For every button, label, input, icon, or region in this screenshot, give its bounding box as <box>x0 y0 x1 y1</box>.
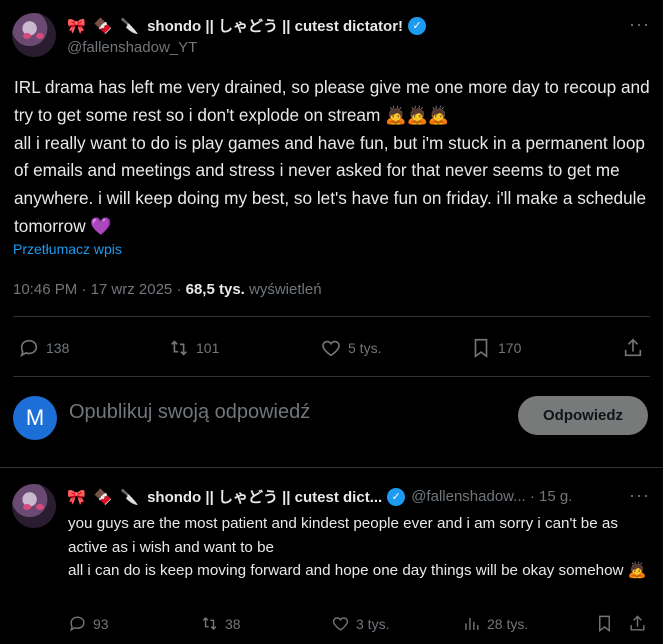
reply-author-name-row[interactable]: 🎀 🍫 🔪 shondo || しゃどう || cutest dict... ✓… <box>67 486 572 507</box>
bookmark-icon <box>599 615 610 633</box>
knife-emoji: 🔪 <box>120 16 140 35</box>
bookmark-action[interactable]: 170 <box>470 337 521 359</box>
divider <box>13 316 650 317</box>
heart-icon <box>332 617 349 631</box>
share-icon <box>630 615 645 631</box>
chocolate-emoji: 🍫 <box>93 487 113 506</box>
verified-badge-icon: ✓ <box>387 487 406 506</box>
bookmark-icon <box>474 338 488 358</box>
author-display-name[interactable]: shondo || しゃどう || cutest dictator! <box>147 15 403 36</box>
tweet-actions: 138 101 5 tys. 170 <box>0 333 663 363</box>
reply-author-avatar[interactable] <box>12 484 56 528</box>
views-count: 68,5 tys. <box>185 281 245 298</box>
like-count: 3 tys. <box>356 615 390 632</box>
chocolate-emoji: 🍫 <box>93 16 113 35</box>
ribbon-emoji: 🎀 <box>67 487 86 506</box>
reply-action[interactable]: 138 <box>18 337 69 359</box>
reply-input[interactable]: Opublikuj swoją odpowiedź <box>69 401 310 424</box>
share-action[interactable] <box>622 337 644 359</box>
reply-count: 93 <box>93 615 109 632</box>
tweet-date[interactable]: 17 wrz 2025 <box>91 281 173 298</box>
repost-icon <box>171 340 187 356</box>
heart-icon <box>322 340 340 357</box>
like-count: 5 tys. <box>348 340 382 356</box>
translate-link[interactable]: Przetłumacz wpis <box>13 241 122 257</box>
analytics-icon <box>465 617 479 630</box>
author-name-row[interactable]: 🎀 🍫 🔪 shondo || しゃどう || cutest dictator!… <box>67 15 427 36</box>
views-label: wyświetleń <box>249 281 322 298</box>
divider <box>13 376 650 377</box>
reply-count: 138 <box>46 340 70 356</box>
tweet-meta: 10:46 PM · 17 wrz 2025 · 68,5 tys. wyświ… <box>13 281 322 298</box>
bookmark-count: 170 <box>498 340 522 356</box>
reply-button[interactable]: Odpowiedz <box>518 396 648 435</box>
author-handle[interactable]: @fallenshadow_YT <box>67 39 197 56</box>
reply-tweet-actions: 93 38 3 tys. 28 tys. <box>0 614 663 636</box>
verified-badge-icon: ✓ <box>408 16 427 35</box>
tweet-time[interactable]: 10:46 PM <box>13 281 77 298</box>
like-action[interactable]: 5 tys. <box>320 337 381 359</box>
ellipsis-icon[interactable]: ··· <box>629 485 650 506</box>
bookmark-action[interactable] <box>595 614 614 633</box>
reply-author-display-name[interactable]: shondo || しゃどう || cutest dict... <box>147 486 382 507</box>
tweet-text: IRL drama has left me very drained, so p… <box>14 77 650 236</box>
views-count: 28 tys. <box>487 615 529 632</box>
divider <box>0 467 663 468</box>
repost-action[interactable]: 101 <box>168 337 219 359</box>
reply-author-handle[interactable]: @fallenshadow... <box>411 488 525 505</box>
repost-action[interactable]: 38 <box>200 614 241 633</box>
knife-emoji: 🔪 <box>120 487 140 506</box>
reply-tweet[interactable]: 🎀 🍫 🔪 shondo || しゃどう || cutest dict... ✓… <box>0 470 663 644</box>
like-action[interactable]: 3 tys. <box>331 614 389 633</box>
share-icon <box>624 338 642 357</box>
reply-age[interactable]: 15 g. <box>539 488 572 505</box>
repost-count: 38 <box>225 615 241 632</box>
repost-count: 101 <box>196 340 220 356</box>
views-action[interactable]: 28 tys. <box>462 614 528 633</box>
share-action[interactable] <box>628 614 647 633</box>
ribbon-emoji: 🎀 <box>67 16 86 35</box>
ellipsis-icon[interactable]: ··· <box>629 14 650 35</box>
repost-icon <box>202 616 217 631</box>
reply-tweet-text: you guys are the most patient and kindes… <box>68 515 647 580</box>
reply-composer: M Opublikuj swoją odpowiedź Odpowiedz <box>0 380 663 452</box>
reply-action[interactable]: 93 <box>68 614 109 633</box>
reply-icon <box>20 339 38 358</box>
reply-icon <box>69 616 85 632</box>
user-avatar[interactable]: M <box>13 396 57 440</box>
author-avatar[interactable] <box>12 13 56 57</box>
